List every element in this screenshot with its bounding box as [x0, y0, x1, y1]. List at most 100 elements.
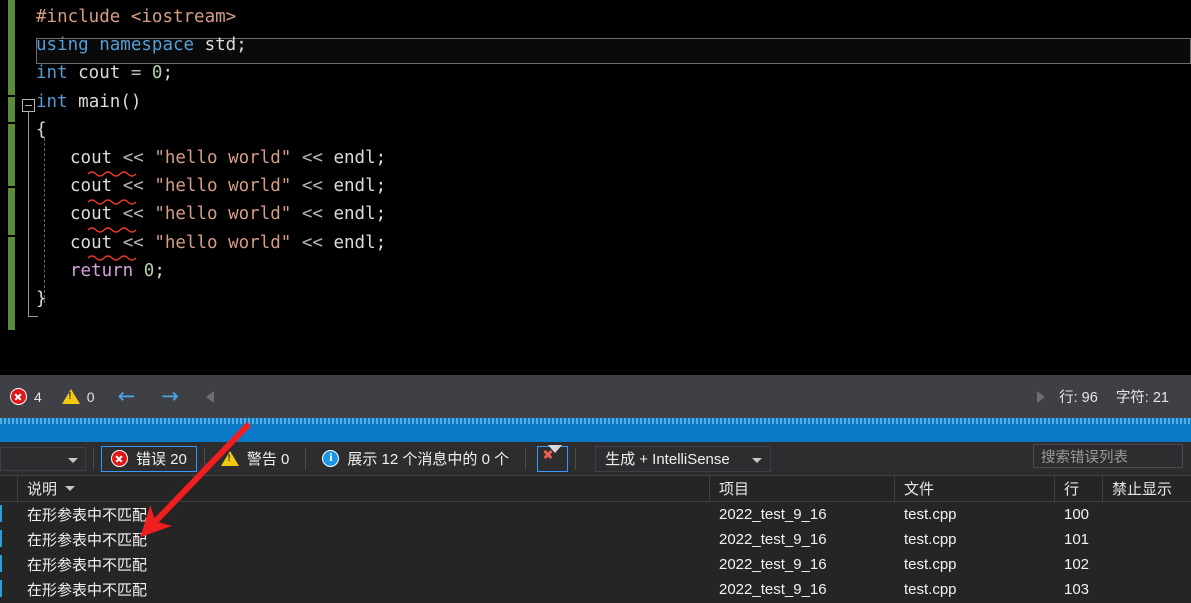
code-token: () — [120, 91, 142, 112]
error-list-table: 说明 项目 文件 行 禁止显示 在形参表中不匹配 2022_test_9_16 te… — [0, 475, 1191, 603]
code-token: "hello world" — [154, 176, 292, 197]
clear-filter-button[interactable] — [537, 444, 569, 472]
column-header-description-label: 说明 — [27, 481, 58, 498]
info-icon — [322, 450, 340, 467]
clear-filter-icon — [548, 444, 563, 471]
toolbar-separator — [305, 447, 307, 470]
code-token: return — [70, 260, 134, 281]
scroll-left-icon[interactable] — [205, 390, 214, 403]
cell-description: 在形参表中不匹配 — [27, 507, 148, 524]
table-row[interactable]: 在形参表中不匹配 2022_test_9_16 test.cpp 101 — [0, 527, 1191, 552]
error-count-label: 4 — [34, 388, 42, 405]
code-token: "hello world" — [154, 232, 292, 253]
code-line: using namespace std; — [22, 31, 386, 59]
change-bar-gap — [8, 122, 15, 124]
change-bar-gap — [8, 235, 15, 237]
navigate-back-icon[interactable]: ← — [105, 386, 149, 407]
column-header-line-label: 行 — [1064, 481, 1080, 498]
search-error-list-input[interactable]: 搜索错误列表 — [1033, 444, 1183, 468]
code-token: << — [301, 176, 323, 197]
errors-filter-button[interactable]: 错误 20 — [101, 445, 197, 472]
code-line: cout << "hello world" << endl; — [22, 172, 386, 200]
char-position-label: 字符: 21 — [1115, 390, 1169, 406]
code-token: ; — [375, 232, 387, 253]
table-row[interactable]: 在形参表中不匹配 2022_test_9_16 test.cpp 103 — [0, 577, 1191, 602]
messages-filter-button[interactable]: 展示 12 个消息中的 0 个 — [313, 446, 518, 472]
cell-suppression — [1103, 502, 1191, 527]
chevron-down-icon — [752, 457, 763, 463]
cell-suppression — [1103, 577, 1191, 602]
scroll-right-icon[interactable] — [1037, 390, 1046, 403]
errors-filter-label: 错误 20 — [136, 451, 187, 468]
search-placeholder: 搜索错误列表 — [1041, 449, 1128, 466]
row-error-icon-cell — [0, 502, 18, 527]
toolbar-separator — [575, 447, 577, 470]
code-token: cout — [70, 204, 113, 225]
column-header-project[interactable]: 项目 — [710, 475, 895, 502]
code-token: "hello world" — [154, 204, 292, 225]
error-count-indicator[interactable]: 4 — [0, 375, 52, 418]
warnings-filter-label: 警告 0 — [246, 451, 290, 468]
code-token: << — [301, 204, 323, 225]
column-header-suppression[interactable]: 禁止显示 — [1103, 476, 1191, 502]
code-token: endl — [333, 232, 376, 253]
code-token: << — [301, 232, 323, 253]
code-token: cout — [70, 232, 113, 253]
cell-line: 103 — [1064, 581, 1090, 598]
warnings-filter-button[interactable]: 警告 0 — [212, 446, 299, 472]
cell-file: test.cpp — [904, 581, 957, 598]
chevron-down-icon — [68, 457, 78, 463]
column-header-description[interactable]: 说明 — [18, 475, 710, 502]
warning-count-label: 0 — [86, 388, 95, 405]
code-token: cout — [70, 147, 113, 168]
column-header-file[interactable]: 文件 — [895, 475, 1055, 502]
messages-filter-label: 展示 12 个消息中的 0 个 — [347, 451, 510, 468]
table-row[interactable]: 在形参表中不匹配 2022_test_9_16 test.cpp 102 — [0, 552, 1191, 577]
code-token: ; — [375, 147, 387, 168]
error-icon — [0, 580, 2, 597]
code-token: << — [122, 232, 144, 253]
build-scope-combo[interactable]: 生成 + IntelliSense — [595, 445, 772, 472]
code-line: cout << "hello world" << endl; — [22, 229, 386, 257]
cell-project: 2022_test_9_16 — [719, 581, 827, 598]
error-icon — [111, 450, 128, 467]
table-row[interactable]: 在形参表中不匹配 2022_test_9_16 test.cpp 100 — [0, 502, 1191, 527]
row-error-icon-cell — [0, 527, 18, 552]
error-icon — [0, 530, 2, 547]
code-token: ; — [375, 204, 387, 225]
code-editor[interactable]: #include <iostream> using namespace std; i… — [0, 0, 1191, 375]
code-token: } — [36, 288, 47, 309]
code-token: "hello world" — [154, 147, 292, 168]
code-token: << — [122, 147, 144, 168]
warning-icon — [61, 389, 80, 404]
navigate-forward-icon[interactable]: → — [148, 386, 192, 407]
row-error-icon-cell — [0, 552, 18, 577]
code-token: cout — [70, 176, 113, 197]
code-token: endl — [333, 204, 376, 225]
scope-filter-combo[interactable] — [0, 446, 86, 471]
cell-project: 2022_test_9_16 — [719, 506, 827, 523]
code-token: cout — [67, 63, 131, 84]
code-text[interactable]: #include <iostream> using namespace std; i… — [22, 3, 386, 313]
code-token: int — [36, 91, 68, 112]
cell-line: 100 — [1064, 506, 1090, 523]
column-header-icon[interactable] — [0, 475, 18, 502]
line-position-label: 行: 96 — [1059, 390, 1098, 406]
code-token: <iostream> — [130, 7, 237, 27]
row-error-icon-cell — [0, 577, 18, 602]
column-header-line[interactable]: 行 — [1055, 475, 1103, 502]
code-token: main — [78, 91, 121, 112]
code-line: int main() — [22, 88, 386, 116]
column-header-file-label: 文件 — [904, 481, 935, 498]
visual-studio-window: #include <iostream> using namespace std; i… — [0, 0, 1191, 603]
warning-count-indicator[interactable]: 0 — [52, 375, 105, 418]
